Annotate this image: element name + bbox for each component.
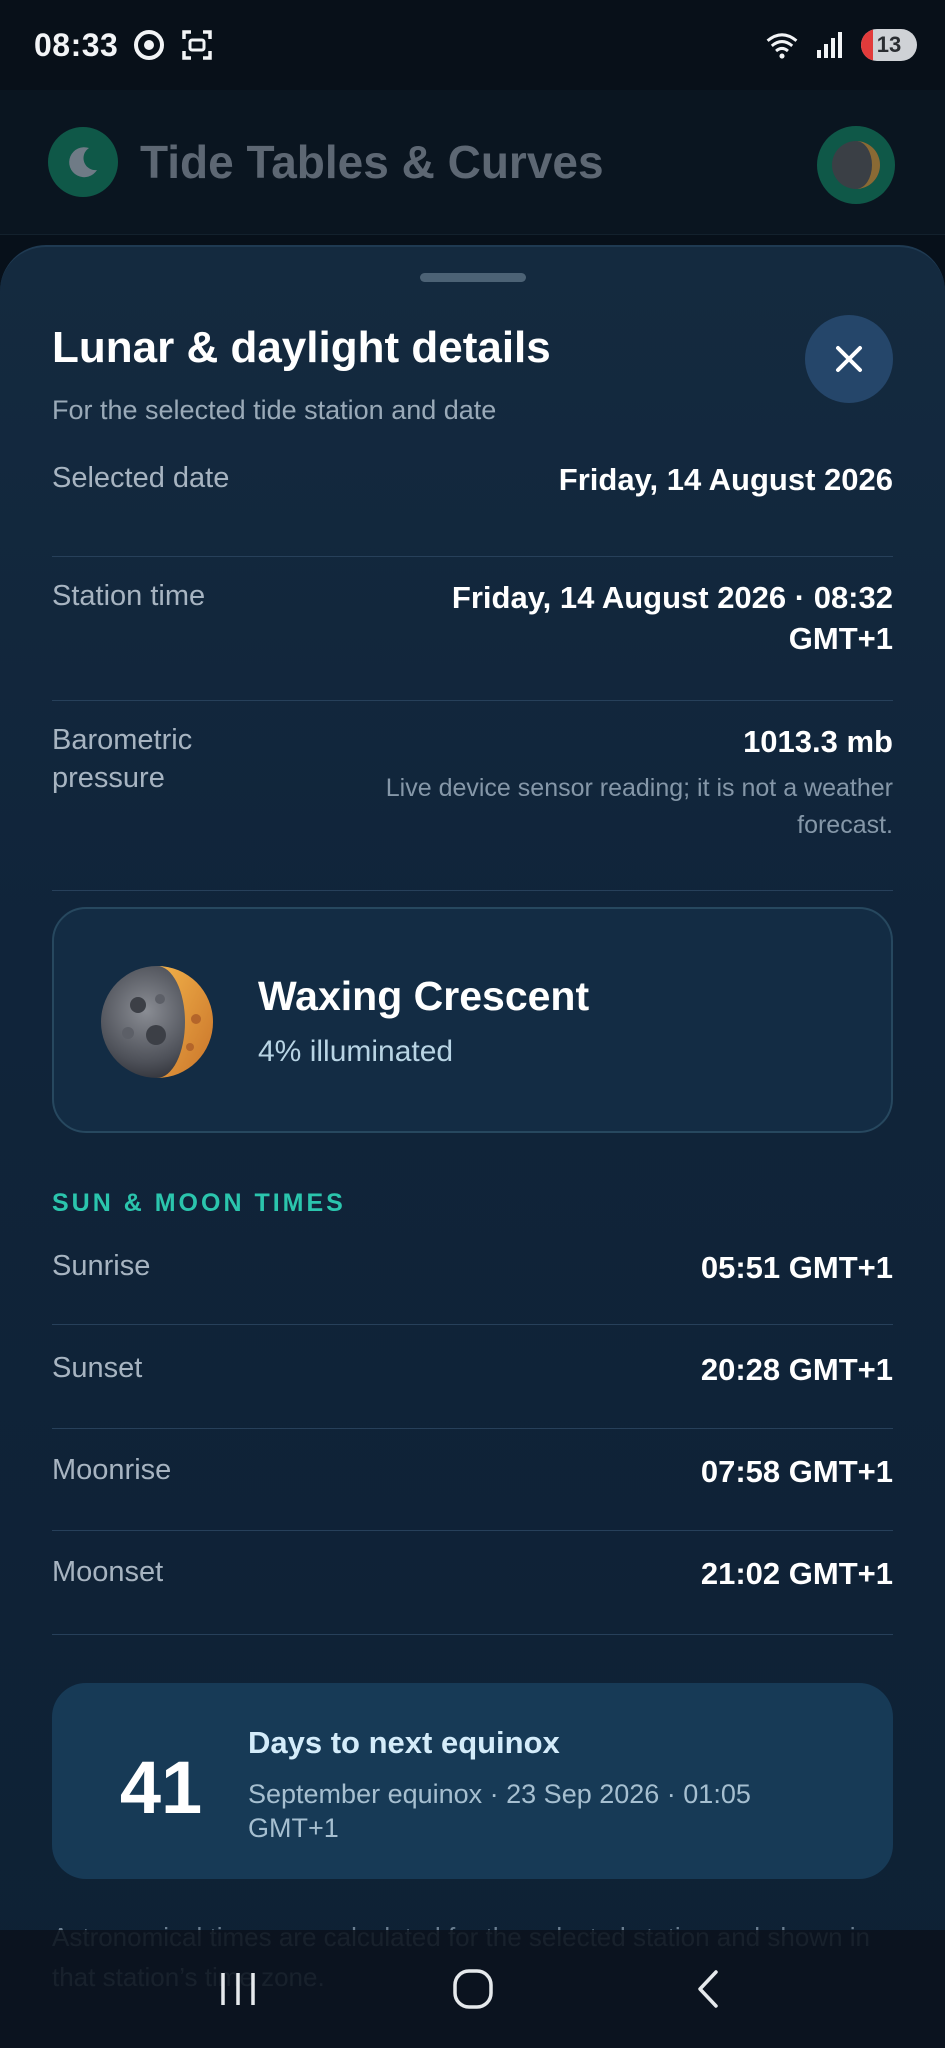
sync-icon xyxy=(132,28,166,62)
lunar-details-sheet: Lunar & daylight details For the selecte… xyxy=(0,245,945,2048)
selected-date-row: Selected date Friday, 14 August 2026 xyxy=(52,457,893,557)
moonset-row: Moonset 21:02 GMT+1 xyxy=(52,1531,893,1635)
row-value: 07:58 GMT+1 xyxy=(700,1454,893,1489)
moon-phase-icon[interactable] xyxy=(817,126,895,204)
status-time: 08:33 xyxy=(34,26,119,63)
sheet-subtitle: For the selected tide station and date xyxy=(52,395,497,425)
recent-apps-icon xyxy=(220,1973,255,2005)
app-bar: Tide Tables & Curves xyxy=(0,90,945,235)
app-title: Tide Tables & Curves xyxy=(140,136,604,188)
row-value: Friday, 14 August 2026 · 08:32 GMT+1 xyxy=(451,580,893,656)
equinox-detail: September equinox · 23 Sep 2026 · 01:05 … xyxy=(248,1779,751,1843)
row-value: 20:28 GMT+1 xyxy=(700,1352,893,1387)
row-label: Sunset xyxy=(52,1352,143,1384)
pressure-row: Barometric pressure 1013.3 mb Live devic… xyxy=(52,701,893,891)
sunrise-row: Sunrise 05:51 GMT+1 xyxy=(52,1247,893,1325)
close-icon xyxy=(836,346,862,372)
equinox-title: Days to next equinox xyxy=(248,1725,560,1760)
moonrise-row: Moonrise 07:58 GMT+1 xyxy=(52,1429,893,1531)
row-label: Moonrise xyxy=(52,1454,172,1486)
back-icon xyxy=(697,1970,718,2008)
wifi-icon xyxy=(765,28,799,62)
equinox-days-count: 41 xyxy=(119,1746,203,1829)
home-icon xyxy=(452,1969,493,2009)
row-value: 1013.3 mb xyxy=(743,724,893,759)
home-button[interactable] xyxy=(433,1949,513,2029)
row-value: 21:02 GMT+1 xyxy=(700,1556,893,1591)
row-label: Sunrise xyxy=(52,1250,151,1282)
row-label: Station time xyxy=(52,580,206,612)
moon-illumination: 4% illuminated xyxy=(258,1035,454,1068)
sunset-row: Sunset 20:28 GMT+1 xyxy=(52,1325,893,1429)
battery-indicator: 13 xyxy=(861,29,917,61)
recent-apps-button[interactable] xyxy=(198,1949,278,2029)
close-button[interactable] xyxy=(805,315,893,403)
moon-phase-card: Waxing Crescent 4% illuminated xyxy=(52,907,893,1133)
row-value: Friday, 14 August 2026 xyxy=(558,462,893,497)
back-button[interactable] xyxy=(668,1949,748,2029)
row-label: Selected date xyxy=(52,462,230,494)
station-time-row: Station time Friday, 14 August 2026 · 08… xyxy=(52,557,893,701)
screenshot-icon xyxy=(180,28,214,62)
status-bar: 08:33 13 xyxy=(0,0,945,90)
moon-phase-name: Waxing Crescent xyxy=(258,973,590,1019)
sun-moon-times-heading: SUN & MOON TIMES xyxy=(52,1189,346,1217)
waxing-crescent-moon-icon xyxy=(101,966,213,1078)
moon-logo-icon xyxy=(48,127,118,197)
signal-icon xyxy=(813,28,847,62)
row-value: 05:51 GMT+1 xyxy=(700,1250,893,1285)
drag-handle[interactable] xyxy=(420,273,526,282)
equinox-countdown-card: 41 Days to next equinox September equino… xyxy=(52,1683,893,1879)
sheet-title: Lunar & daylight details xyxy=(52,323,551,372)
row-label: Moonset xyxy=(52,1556,164,1588)
pressure-note: Live device sensor reading; it is not a … xyxy=(385,774,893,839)
system-navigation-bar xyxy=(0,1930,945,2048)
row-label: Barometric pressure xyxy=(52,724,193,794)
